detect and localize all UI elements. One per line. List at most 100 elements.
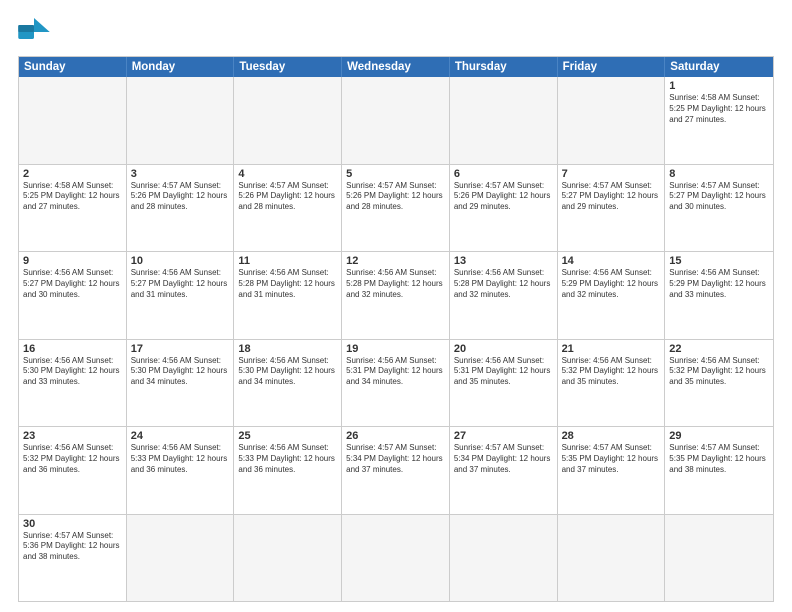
day-number: 5 [346, 168, 445, 180]
day-number: 18 [238, 343, 337, 355]
cell-sun-info: Sunrise: 4:56 AM Sunset: 5:29 PM Dayligh… [562, 268, 661, 300]
cell-sun-info: Sunrise: 4:57 AM Sunset: 5:27 PM Dayligh… [669, 181, 769, 213]
cell-sun-info: Sunrise: 4:56 AM Sunset: 5:30 PM Dayligh… [131, 356, 230, 388]
calendar-row-2: 9Sunrise: 4:56 AM Sunset: 5:27 PM Daylig… [19, 251, 773, 339]
cal-cell: 24Sunrise: 4:56 AM Sunset: 5:33 PM Dayli… [127, 427, 235, 514]
cal-cell: 26Sunrise: 4:57 AM Sunset: 5:34 PM Dayli… [342, 427, 450, 514]
cal-cell: 11Sunrise: 4:56 AM Sunset: 5:28 PM Dayli… [234, 252, 342, 339]
cell-sun-info: Sunrise: 4:57 AM Sunset: 5:26 PM Dayligh… [454, 181, 553, 213]
weekday-header-wednesday: Wednesday [342, 57, 450, 77]
cal-cell [558, 77, 666, 164]
cell-sun-info: Sunrise: 4:56 AM Sunset: 5:28 PM Dayligh… [454, 268, 553, 300]
cell-sun-info: Sunrise: 4:56 AM Sunset: 5:31 PM Dayligh… [346, 356, 445, 388]
cell-sun-info: Sunrise: 4:57 AM Sunset: 5:34 PM Dayligh… [454, 443, 553, 475]
cal-cell: 3Sunrise: 4:57 AM Sunset: 5:26 PM Daylig… [127, 165, 235, 252]
cal-cell [665, 515, 773, 602]
calendar-row-4: 23Sunrise: 4:56 AM Sunset: 5:32 PM Dayli… [19, 426, 773, 514]
cal-cell: 10Sunrise: 4:56 AM Sunset: 5:27 PM Dayli… [127, 252, 235, 339]
cal-cell: 27Sunrise: 4:57 AM Sunset: 5:34 PM Dayli… [450, 427, 558, 514]
weekday-header-monday: Monday [127, 57, 235, 77]
cell-sun-info: Sunrise: 4:56 AM Sunset: 5:29 PM Dayligh… [669, 268, 769, 300]
cell-sun-info: Sunrise: 4:56 AM Sunset: 5:30 PM Dayligh… [238, 356, 337, 388]
cell-sun-info: Sunrise: 4:57 AM Sunset: 5:35 PM Dayligh… [562, 443, 661, 475]
logo-icon [18, 18, 50, 46]
cell-sun-info: Sunrise: 4:57 AM Sunset: 5:26 PM Dayligh… [131, 181, 230, 213]
cell-sun-info: Sunrise: 4:58 AM Sunset: 5:25 PM Dayligh… [669, 93, 769, 125]
day-number: 16 [23, 343, 122, 355]
cal-cell: 17Sunrise: 4:56 AM Sunset: 5:30 PM Dayli… [127, 340, 235, 427]
day-number: 4 [238, 168, 337, 180]
cal-cell: 15Sunrise: 4:56 AM Sunset: 5:29 PM Dayli… [665, 252, 773, 339]
cell-sun-info: Sunrise: 4:56 AM Sunset: 5:30 PM Dayligh… [23, 356, 122, 388]
weekday-header-friday: Friday [558, 57, 666, 77]
cal-cell [234, 515, 342, 602]
cal-cell: 25Sunrise: 4:56 AM Sunset: 5:33 PM Dayli… [234, 427, 342, 514]
cal-cell [558, 515, 666, 602]
day-number: 30 [23, 518, 122, 530]
day-number: 17 [131, 343, 230, 355]
cal-cell: 23Sunrise: 4:56 AM Sunset: 5:32 PM Dayli… [19, 427, 127, 514]
cell-sun-info: Sunrise: 4:57 AM Sunset: 5:26 PM Dayligh… [346, 181, 445, 213]
cell-sun-info: Sunrise: 4:56 AM Sunset: 5:28 PM Dayligh… [238, 268, 337, 300]
cal-cell: 8Sunrise: 4:57 AM Sunset: 5:27 PM Daylig… [665, 165, 773, 252]
cell-sun-info: Sunrise: 4:57 AM Sunset: 5:27 PM Dayligh… [562, 181, 661, 213]
cal-cell: 12Sunrise: 4:56 AM Sunset: 5:28 PM Dayli… [342, 252, 450, 339]
calendar: SundayMondayTuesdayWednesdayThursdayFrid… [18, 56, 774, 602]
day-number: 20 [454, 343, 553, 355]
cal-cell: 9Sunrise: 4:56 AM Sunset: 5:27 PM Daylig… [19, 252, 127, 339]
day-number: 1 [669, 80, 769, 92]
day-number: 2 [23, 168, 122, 180]
calendar-row-0: 1Sunrise: 4:58 AM Sunset: 5:25 PM Daylig… [19, 77, 773, 164]
cal-cell: 5Sunrise: 4:57 AM Sunset: 5:26 PM Daylig… [342, 165, 450, 252]
cal-cell: 22Sunrise: 4:56 AM Sunset: 5:32 PM Dayli… [665, 340, 773, 427]
cell-sun-info: Sunrise: 4:56 AM Sunset: 5:28 PM Dayligh… [346, 268, 445, 300]
weekday-header-sunday: Sunday [19, 57, 127, 77]
cell-sun-info: Sunrise: 4:58 AM Sunset: 5:25 PM Dayligh… [23, 181, 122, 213]
calendar-header: SundayMondayTuesdayWednesdayThursdayFrid… [19, 57, 773, 77]
day-number: 25 [238, 430, 337, 442]
header [18, 18, 774, 46]
calendar-row-3: 16Sunrise: 4:56 AM Sunset: 5:30 PM Dayli… [19, 339, 773, 427]
day-number: 21 [562, 343, 661, 355]
weekday-header-tuesday: Tuesday [234, 57, 342, 77]
cal-cell [127, 515, 235, 602]
day-number: 3 [131, 168, 230, 180]
day-number: 23 [23, 430, 122, 442]
day-number: 15 [669, 255, 769, 267]
day-number: 26 [346, 430, 445, 442]
day-number: 29 [669, 430, 769, 442]
day-number: 22 [669, 343, 769, 355]
day-number: 12 [346, 255, 445, 267]
cal-cell: 29Sunrise: 4:57 AM Sunset: 5:35 PM Dayli… [665, 427, 773, 514]
cal-cell [450, 515, 558, 602]
weekday-header-saturday: Saturday [665, 57, 773, 77]
cell-sun-info: Sunrise: 4:56 AM Sunset: 5:31 PM Dayligh… [454, 356, 553, 388]
cal-cell: 28Sunrise: 4:57 AM Sunset: 5:35 PM Dayli… [558, 427, 666, 514]
day-number: 13 [454, 255, 553, 267]
cal-cell: 20Sunrise: 4:56 AM Sunset: 5:31 PM Dayli… [450, 340, 558, 427]
calendar-body: 1Sunrise: 4:58 AM Sunset: 5:25 PM Daylig… [19, 77, 773, 601]
cell-sun-info: Sunrise: 4:57 AM Sunset: 5:35 PM Dayligh… [669, 443, 769, 475]
cell-sun-info: Sunrise: 4:57 AM Sunset: 5:36 PM Dayligh… [23, 531, 122, 563]
calendar-row-1: 2Sunrise: 4:58 AM Sunset: 5:25 PM Daylig… [19, 164, 773, 252]
cal-cell: 13Sunrise: 4:56 AM Sunset: 5:28 PM Dayli… [450, 252, 558, 339]
day-number: 7 [562, 168, 661, 180]
cell-sun-info: Sunrise: 4:56 AM Sunset: 5:33 PM Dayligh… [131, 443, 230, 475]
cal-cell: 18Sunrise: 4:56 AM Sunset: 5:30 PM Dayli… [234, 340, 342, 427]
cell-sun-info: Sunrise: 4:56 AM Sunset: 5:32 PM Dayligh… [23, 443, 122, 475]
cell-sun-info: Sunrise: 4:57 AM Sunset: 5:34 PM Dayligh… [346, 443, 445, 475]
cal-cell [342, 77, 450, 164]
page: SundayMondayTuesdayWednesdayThursdayFrid… [0, 0, 792, 612]
cell-sun-info: Sunrise: 4:56 AM Sunset: 5:27 PM Dayligh… [23, 268, 122, 300]
cal-cell: 16Sunrise: 4:56 AM Sunset: 5:30 PM Dayli… [19, 340, 127, 427]
day-number: 9 [23, 255, 122, 267]
cell-sun-info: Sunrise: 4:56 AM Sunset: 5:27 PM Dayligh… [131, 268, 230, 300]
day-number: 8 [669, 168, 769, 180]
cal-cell: 1Sunrise: 4:58 AM Sunset: 5:25 PM Daylig… [665, 77, 773, 164]
cell-sun-info: Sunrise: 4:57 AM Sunset: 5:26 PM Dayligh… [238, 181, 337, 213]
calendar-row-5: 30Sunrise: 4:57 AM Sunset: 5:36 PM Dayli… [19, 514, 773, 602]
day-number: 11 [238, 255, 337, 267]
cal-cell: 6Sunrise: 4:57 AM Sunset: 5:26 PM Daylig… [450, 165, 558, 252]
cal-cell: 30Sunrise: 4:57 AM Sunset: 5:36 PM Dayli… [19, 515, 127, 602]
cal-cell [19, 77, 127, 164]
